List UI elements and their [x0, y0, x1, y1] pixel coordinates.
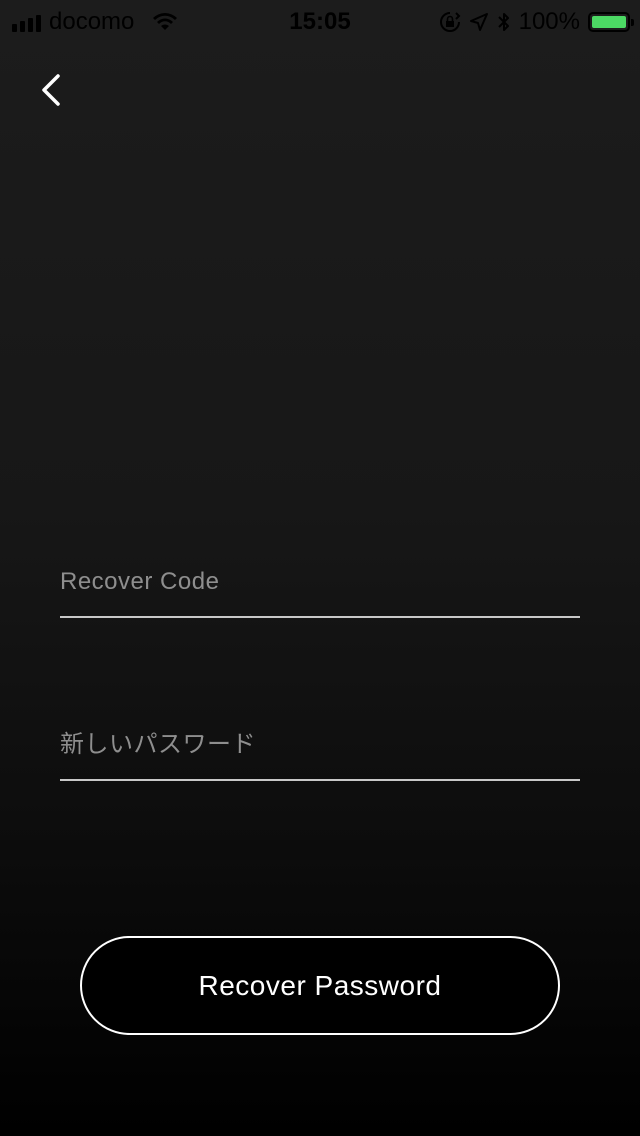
chevron-left-icon [42, 74, 60, 106]
location-icon [469, 13, 488, 31]
battery-level [592, 16, 626, 28]
recover-password-button[interactable]: Recover Password [80, 936, 560, 1035]
orientation-lock-icon [439, 12, 461, 32]
status-right: 100% [439, 8, 634, 36]
back-button[interactable] [34, 70, 74, 110]
bluetooth-icon [497, 13, 509, 31]
recover-code-input[interactable] [60, 562, 580, 602]
battery-percent: 100% [518, 8, 580, 35]
new-password-field [60, 725, 580, 781]
recover-code-field [60, 562, 580, 618]
recover-password-label: Recover Password [198, 969, 442, 1001]
new-password-input[interactable] [60, 725, 580, 765]
status-bar: docomo 15:05 100% [0, 0, 640, 40]
battery-icon [588, 12, 634, 32]
